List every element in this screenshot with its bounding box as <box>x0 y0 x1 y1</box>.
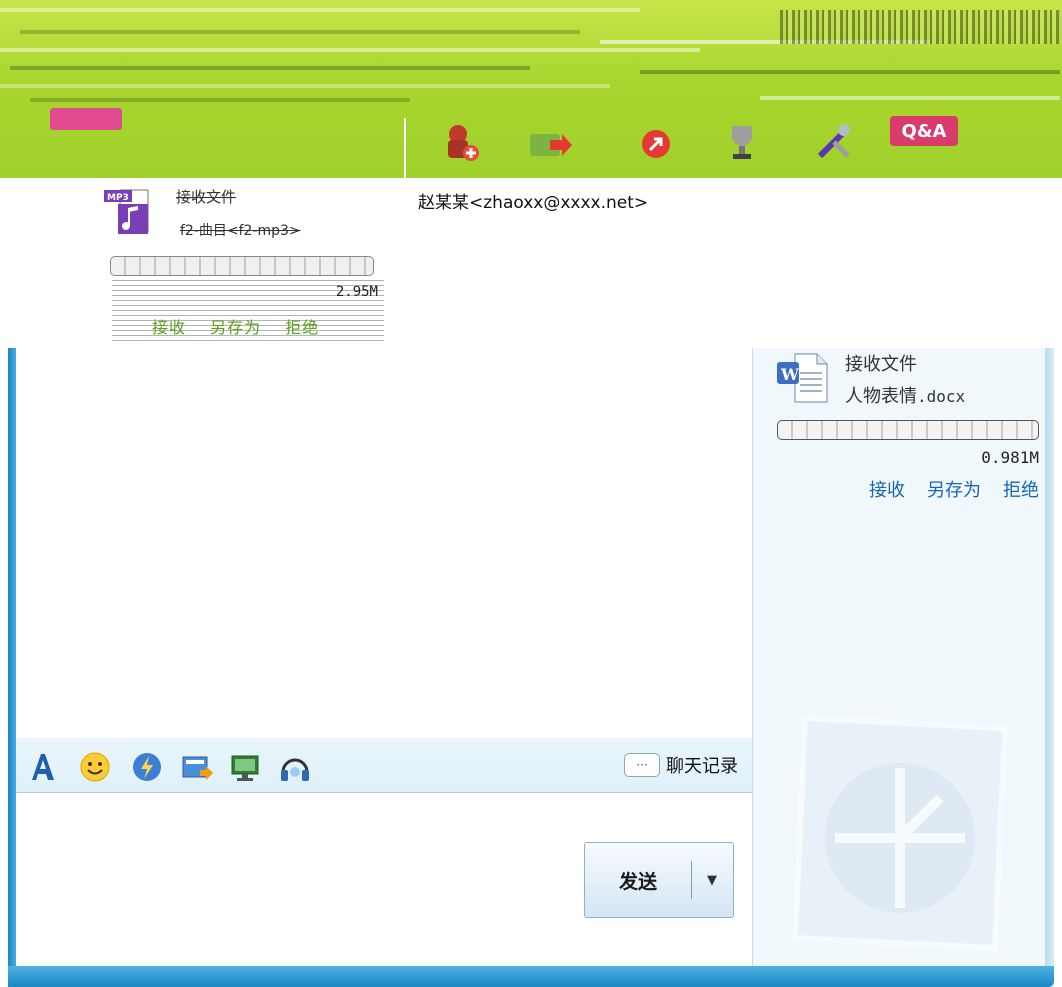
file-size: 0.981M <box>981 448 1039 467</box>
format-toolbar: ··· 聊天记录 <box>16 738 752 793</box>
transfer-progress-bar <box>777 420 1039 440</box>
file-name: f2-曲目<f2-mp3> <box>180 223 301 239</box>
file-transfer-card-mp3: MP3 接收文件 f2-曲目<f2-mp3> 2.95M 接收 另存为 拒绝 <box>104 182 386 342</box>
file-name: 人物表情.docx <box>845 382 965 408</box>
qq-logo-watermark <box>765 688 1025 958</box>
transfer-actions: 接收 另存为 拒绝 <box>152 314 337 338</box>
send-image-icon[interactable] <box>180 750 214 784</box>
add-contact-icon[interactable] <box>436 118 484 166</box>
contact-name: 赵某某<zhaoxx@xxxx.net> <box>418 193 649 213</box>
chat-message-area[interactable] <box>16 348 752 738</box>
chat-history-button[interactable]: ··· 聊天记录 <box>624 752 738 778</box>
window-left-border <box>8 348 16 987</box>
emoji-icon[interactable] <box>78 750 112 784</box>
title-bar-glitch <box>780 10 1062 44</box>
window-right-border <box>1044 348 1054 987</box>
music-icon[interactable] <box>278 750 312 784</box>
header-noise <box>20 30 580 34</box>
send-file-icon[interactable] <box>526 118 574 166</box>
shake-icon[interactable] <box>130 750 164 784</box>
file-name-base: 人物表情 <box>845 386 917 407</box>
file-transfer-title: 接收文件 <box>845 354 917 375</box>
window-bottom-border <box>8 966 1054 987</box>
trophy-icon[interactable] <box>718 118 766 166</box>
qa-icon[interactable]: Q&A <box>890 116 958 146</box>
mp3-file-icon: MP3 <box>104 186 152 236</box>
header-noise <box>30 98 410 102</box>
receive-link[interactable]: 接收 <box>152 318 186 337</box>
header-noise <box>10 66 530 70</box>
status-tab[interactable] <box>50 108 122 130</box>
font-icon[interactable] <box>26 750 60 784</box>
word-document-icon: W <box>775 350 831 406</box>
file-transfer-panel: W 接收文件 人物表情.docx 0.981M 接收 另存为 拒绝 <box>752 348 1045 966</box>
header-divider <box>404 118 406 178</box>
screen-capture-icon[interactable] <box>228 750 262 784</box>
file-size: 2.95M <box>335 284 378 300</box>
receive-link[interactable]: 接收 <box>869 476 905 502</box>
window-header: Q&A <box>0 0 1062 178</box>
save-as-link[interactable]: 另存为 <box>927 476 981 502</box>
chat-history-label: 聊天记录 <box>666 756 738 777</box>
share-icon[interactable] <box>632 118 680 166</box>
send-options-dropdown[interactable]: ▼ <box>692 843 732 917</box>
header-noise <box>640 70 1060 74</box>
transfer-actions: 接收 另存为 拒绝 <box>869 476 1039 502</box>
header-noise <box>0 8 640 12</box>
header-noise <box>760 96 1060 100</box>
svg-text:W: W <box>780 365 800 384</box>
header-noise <box>0 84 610 88</box>
file-transfer-title: 接收文件 <box>176 188 237 206</box>
reject-link[interactable]: 拒绝 <box>285 318 319 337</box>
chevron-down-icon: ▼ <box>707 872 717 888</box>
transfer-progress-bar <box>110 256 374 276</box>
send-button-group: 发送 ▼ <box>584 842 734 918</box>
chat-bubble-icon: ··· <box>624 753 660 777</box>
svg-text:MP3: MP3 <box>107 193 129 203</box>
reject-link[interactable]: 拒绝 <box>1003 476 1039 502</box>
file-name-ext: .docx <box>917 387 966 406</box>
header-noise <box>0 48 700 52</box>
send-button[interactable]: 发送 <box>585 843 691 917</box>
save-as-link[interactable]: 另存为 <box>210 318 261 337</box>
tools-icon[interactable] <box>810 118 858 166</box>
